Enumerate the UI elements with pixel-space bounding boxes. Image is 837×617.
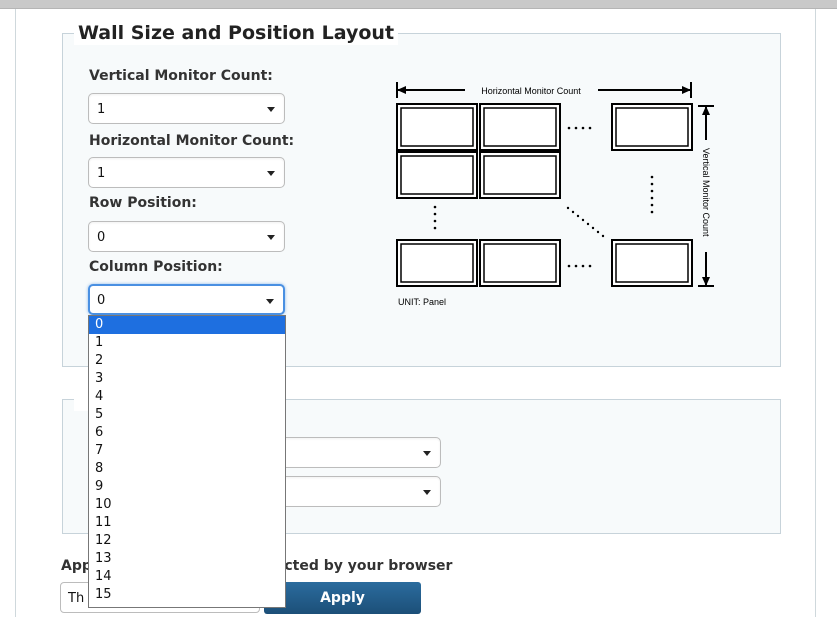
horizontal-count-value: 1: [97, 166, 106, 181]
chevron-down-icon: [267, 235, 275, 240]
dropdown-option[interactable]: 0: [89, 316, 285, 334]
chevron-down-icon: [267, 107, 275, 112]
row-position-value: 0: [97, 230, 106, 245]
horizontal-count-select[interactable]: 1: [88, 157, 285, 188]
horizontal-count-caption: Horizontal Monitor Count: [481, 86, 581, 96]
dropdown-option[interactable]: 6: [89, 424, 285, 442]
apply-label-suffix: nected by your browser: [264, 558, 453, 574]
browser-top-bar: [0, 0, 837, 9]
chevron-down-icon: [423, 451, 431, 456]
row-position-label: Row Position:: [89, 195, 197, 211]
dropdown-option[interactable]: 14: [89, 568, 285, 586]
dropdown-option[interactable]: 3: [89, 370, 285, 388]
dropdown-option[interactable]: 2: [89, 352, 285, 370]
dropdown-option[interactable]: 4: [89, 388, 285, 406]
vertical-count-select[interactable]: 1: [88, 93, 285, 124]
horizontal-count-label: Horizontal Monitor Count:: [89, 133, 295, 149]
wall-layout-title: Wall Size and Position Layout: [74, 21, 399, 45]
column-position-value: 0: [97, 293, 106, 308]
vertical-count-caption: Vertical Monitor Count: [701, 148, 711, 237]
dropdown-option[interactable]: 8: [89, 460, 285, 478]
dropdown-option[interactable]: 9: [89, 478, 285, 496]
column-position-select[interactable]: 0: [88, 284, 285, 315]
dropdown-option[interactable]: 10: [89, 496, 285, 514]
dropdown-option[interactable]: 11: [89, 514, 285, 532]
page-border-left: [15, 9, 16, 617]
vertical-count-value: 1: [97, 102, 106, 117]
dropdown-option[interactable]: 1: [89, 334, 285, 352]
dropdown-option[interactable]: 7: [89, 442, 285, 460]
dropdown-option[interactable]: 15: [89, 586, 285, 604]
page-border-right: [815, 9, 816, 617]
unit-caption: UNIT: Panel: [398, 297, 446, 307]
vertical-count-label: Vertical Monitor Count:: [89, 68, 273, 84]
apply-input-value: Th: [68, 591, 85, 606]
dropdown-option[interactable]: 13: [89, 550, 285, 568]
chevron-down-icon: [423, 490, 431, 495]
column-position-dropdown[interactable]: 0 1 2 3 4 5 6 7 8 9 10 11 12 13 14 15: [88, 315, 286, 608]
dropdown-option[interactable]: 5: [89, 406, 285, 424]
wall-layout-diagram: Horizontal Monitor Count Vertical Monito…: [396, 82, 714, 307]
apply-button[interactable]: Apply: [264, 582, 421, 614]
row-position-select[interactable]: 0: [88, 221, 285, 252]
chevron-down-icon: [267, 171, 275, 176]
dropdown-option[interactable]: 12: [89, 532, 285, 550]
chevron-down-icon: [266, 299, 274, 304]
column-position-label: Column Position:: [89, 259, 223, 275]
